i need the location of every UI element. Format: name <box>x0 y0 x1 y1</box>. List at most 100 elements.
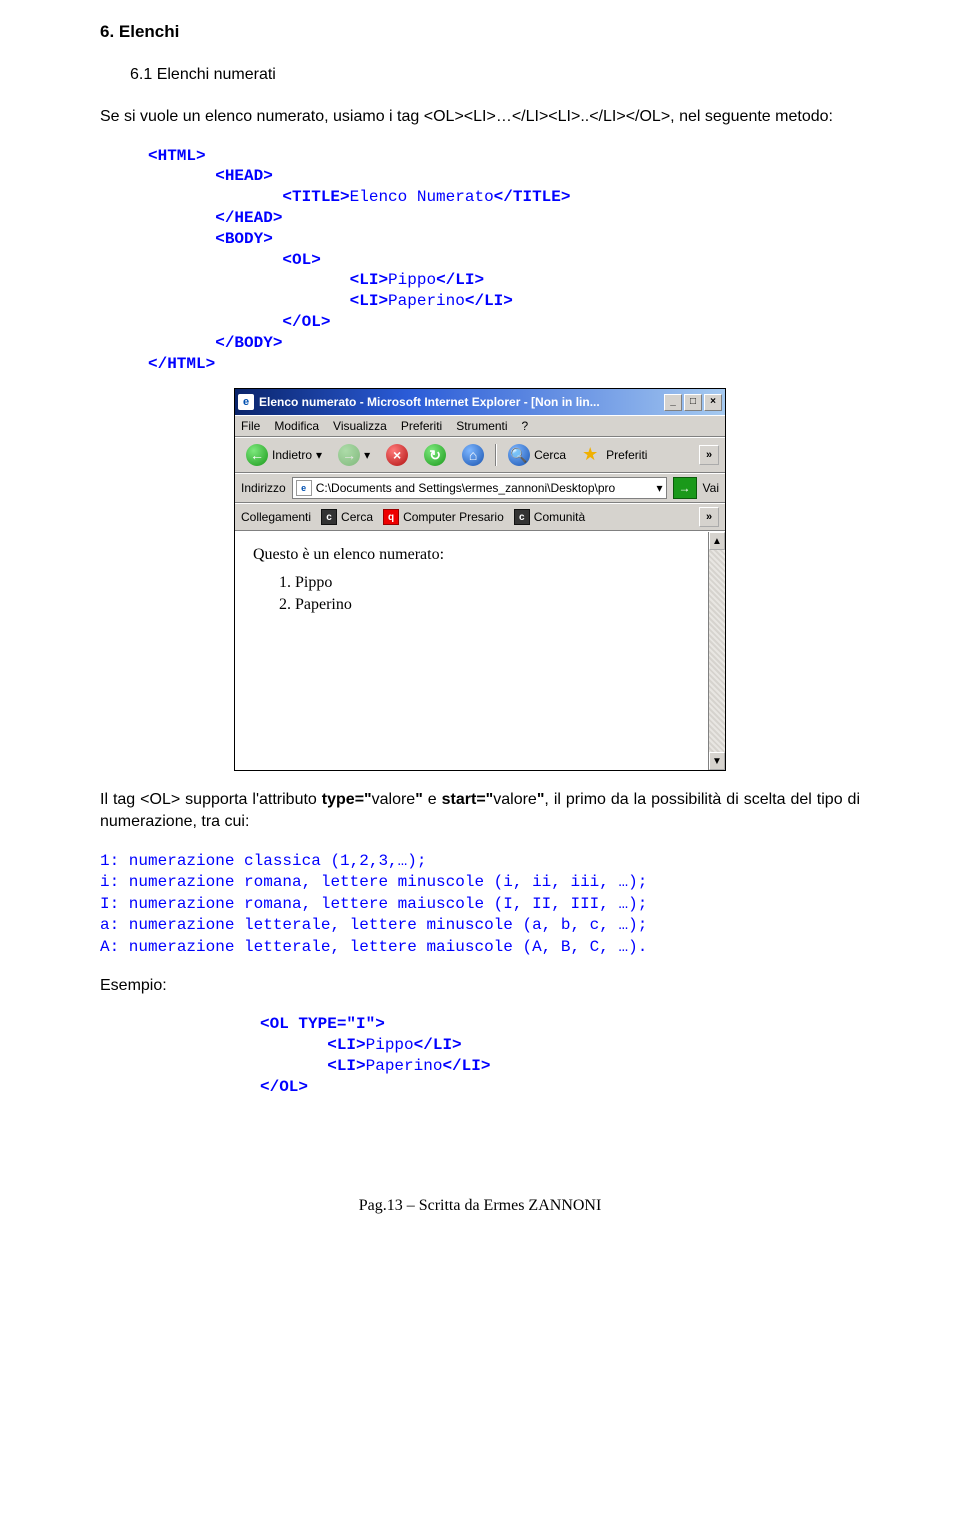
code-line: <OL> <box>148 251 321 269</box>
ie-app-icon: e <box>238 394 254 410</box>
link-label: Computer Presario <box>403 510 504 524</box>
toolbar-separator <box>495 444 497 466</box>
dropdown-icon: ▾ <box>316 448 322 462</box>
attr-quote: " <box>415 791 423 808</box>
browser-screenshot: e Elenco numerato - Microsoft Internet E… <box>100 388 860 771</box>
code-text: Paperino <box>366 1057 443 1075</box>
home-button[interactable]: ⌂ <box>457 442 489 468</box>
code-text: Pippo <box>366 1036 414 1054</box>
text: e <box>423 791 442 808</box>
code-text: Elenco Numerato <box>350 188 494 206</box>
scrollbar[interactable]: ▲ ▼ <box>708 532 725 770</box>
heading-2: 6.1 Elenchi numerati <box>130 66 860 84</box>
code-line: </OL> <box>260 1078 308 1096</box>
code-line: <OL TYPE="I"> <box>260 1015 385 1033</box>
forward-button[interactable]: → ▾ <box>333 442 375 468</box>
favorites-label: Preferiti <box>606 448 647 462</box>
menu-file[interactable]: File <box>241 419 260 433</box>
link-label: Comunità <box>534 510 585 524</box>
menu-view[interactable]: Visualizza <box>333 419 387 433</box>
maximize-button[interactable]: □ <box>684 394 702 411</box>
attr-type: type=" <box>322 791 372 808</box>
code-line: </LI> <box>465 292 513 310</box>
go-button[interactable]: → <box>673 477 697 499</box>
code-line: <BODY> <box>148 230 273 248</box>
intro-text-post: , nel seguente metodo: <box>670 108 833 125</box>
forward-icon: → <box>338 444 360 466</box>
ie-menubar: File Modifica Visualizza Preferiti Strum… <box>235 415 725 437</box>
minimize-button[interactable]: _ <box>664 394 682 411</box>
scroll-up-icon[interactable]: ▲ <box>709 532 725 550</box>
paragraph-type-start: Il tag <OL> supporta l'attributo type="v… <box>100 789 860 832</box>
link-icon: q <box>383 509 399 525</box>
close-button[interactable]: × <box>704 394 722 411</box>
code-line: </OL> <box>148 313 330 331</box>
address-input[interactable]: e C:\Documents and Settings\ermes_zannon… <box>292 477 667 499</box>
code-text: Pippo <box>388 271 436 289</box>
list-item: Paperino <box>295 596 707 614</box>
stop-icon: × <box>386 444 408 466</box>
back-button[interactable]: ← Indietro ▾ <box>241 442 327 468</box>
code-line: </LI> <box>436 271 484 289</box>
numeration-types-list: 1: numerazione classica (1,2,3,…); i: nu… <box>100 851 860 959</box>
search-label: Cerca <box>534 448 566 462</box>
dropdown-icon: ▾ <box>364 448 370 462</box>
refresh-button[interactable]: ↻ <box>419 442 451 468</box>
page: 6. Elenchi 6.1 Elenchi numerati Se si vu… <box>0 0 960 1255</box>
menu-help[interactable]: ? <box>522 419 529 433</box>
numtype-i: i: numerazione romana, lettere minuscole… <box>100 872 860 894</box>
content-list: Pippo Paperino <box>277 574 707 614</box>
go-label: Vai <box>703 481 719 495</box>
code-line: </BODY> <box>148 334 282 352</box>
numtype-I: I: numerazione romana, lettere maiuscole… <box>100 894 860 916</box>
link-item[interactable]: c Cerca <box>321 509 373 525</box>
code-line: <LI> <box>260 1057 366 1075</box>
ie-title-text: Elenco numerato - Microsoft Internet Exp… <box>259 395 664 409</box>
ie-address-bar: Indirizzo e C:\Documents and Settings\er… <box>235 473 725 503</box>
search-button[interactable]: 🔍 Cerca <box>503 442 571 468</box>
ie-links-bar: Collegamenti c Cerca q Computer Presario… <box>235 503 725 531</box>
dropdown-icon[interactable]: ▾ <box>657 481 663 495</box>
code-line: </HTML> <box>148 355 215 373</box>
code-block-1: <HTML> <HEAD> <TITLE>Elenco Numerato</TI… <box>148 146 860 375</box>
star-icon: ★ <box>582 445 602 465</box>
numtype-1: 1: numerazione classica (1,2,3,…); <box>100 851 860 873</box>
menu-tools[interactable]: Strumenti <box>456 419 507 433</box>
link-icon: c <box>321 509 337 525</box>
ie-titlebar: e Elenco numerato - Microsoft Internet E… <box>235 389 725 415</box>
code-text: Paperino <box>388 292 465 310</box>
menu-favorites[interactable]: Preferiti <box>401 419 442 433</box>
code-block-2: <OL TYPE="I"> <LI>Pippo</LI> <LI>Paperin… <box>260 1014 860 1097</box>
text: valore <box>493 791 537 808</box>
menu-edit[interactable]: Modifica <box>274 419 319 433</box>
links-overflow[interactable]: » <box>699 507 719 527</box>
links-label: Collegamenti <box>241 510 311 524</box>
toolbar-overflow[interactable]: » <box>699 445 719 465</box>
ie-window: e Elenco numerato - Microsoft Internet E… <box>234 388 726 771</box>
scroll-down-icon[interactable]: ▼ <box>709 752 725 770</box>
scroll-track[interactable] <box>709 550 725 752</box>
code-line: <HTML> <box>148 147 206 165</box>
list-item: Pippo <box>295 574 707 592</box>
numtype-A: A: numerazione letterale, lettere maiusc… <box>100 937 860 959</box>
back-icon: ← <box>246 444 268 466</box>
intro-text-pre: Se si vuole un elenco numerato, usiamo i… <box>100 108 424 125</box>
stop-button[interactable]: × <box>381 442 413 468</box>
ie-toolbar: ← Indietro ▾ → ▾ × ↻ ⌂ <box>235 437 725 473</box>
text: Il tag <OL> supporta l'attributo <box>100 791 322 808</box>
attr-start: start=" <box>442 791 494 808</box>
text: valore <box>372 791 416 808</box>
code-line: <LI> <box>148 292 388 310</box>
numtype-a: a: numerazione letterale, lettere minusc… <box>100 915 860 937</box>
code-line: <LI> <box>260 1036 366 1054</box>
intro-tags: <OL><LI>…</LI><LI>..</LI></OL> <box>424 108 670 125</box>
page-footer: Pag.13 – Scritta da Ermes ZANNONI <box>100 1197 860 1215</box>
ie-content-viewport: Questo è un elenco numerato: Pippo Paper… <box>235 531 725 770</box>
code-line: <LI> <box>148 271 388 289</box>
favorites-button[interactable]: ★ Preferiti <box>577 443 652 467</box>
link-item[interactable]: q Computer Presario <box>383 509 504 525</box>
code-line: <HEAD> <box>148 167 273 185</box>
search-icon: 🔍 <box>508 444 530 466</box>
heading-1: 6. Elenchi <box>100 22 860 42</box>
link-item[interactable]: c Comunità <box>514 509 585 525</box>
